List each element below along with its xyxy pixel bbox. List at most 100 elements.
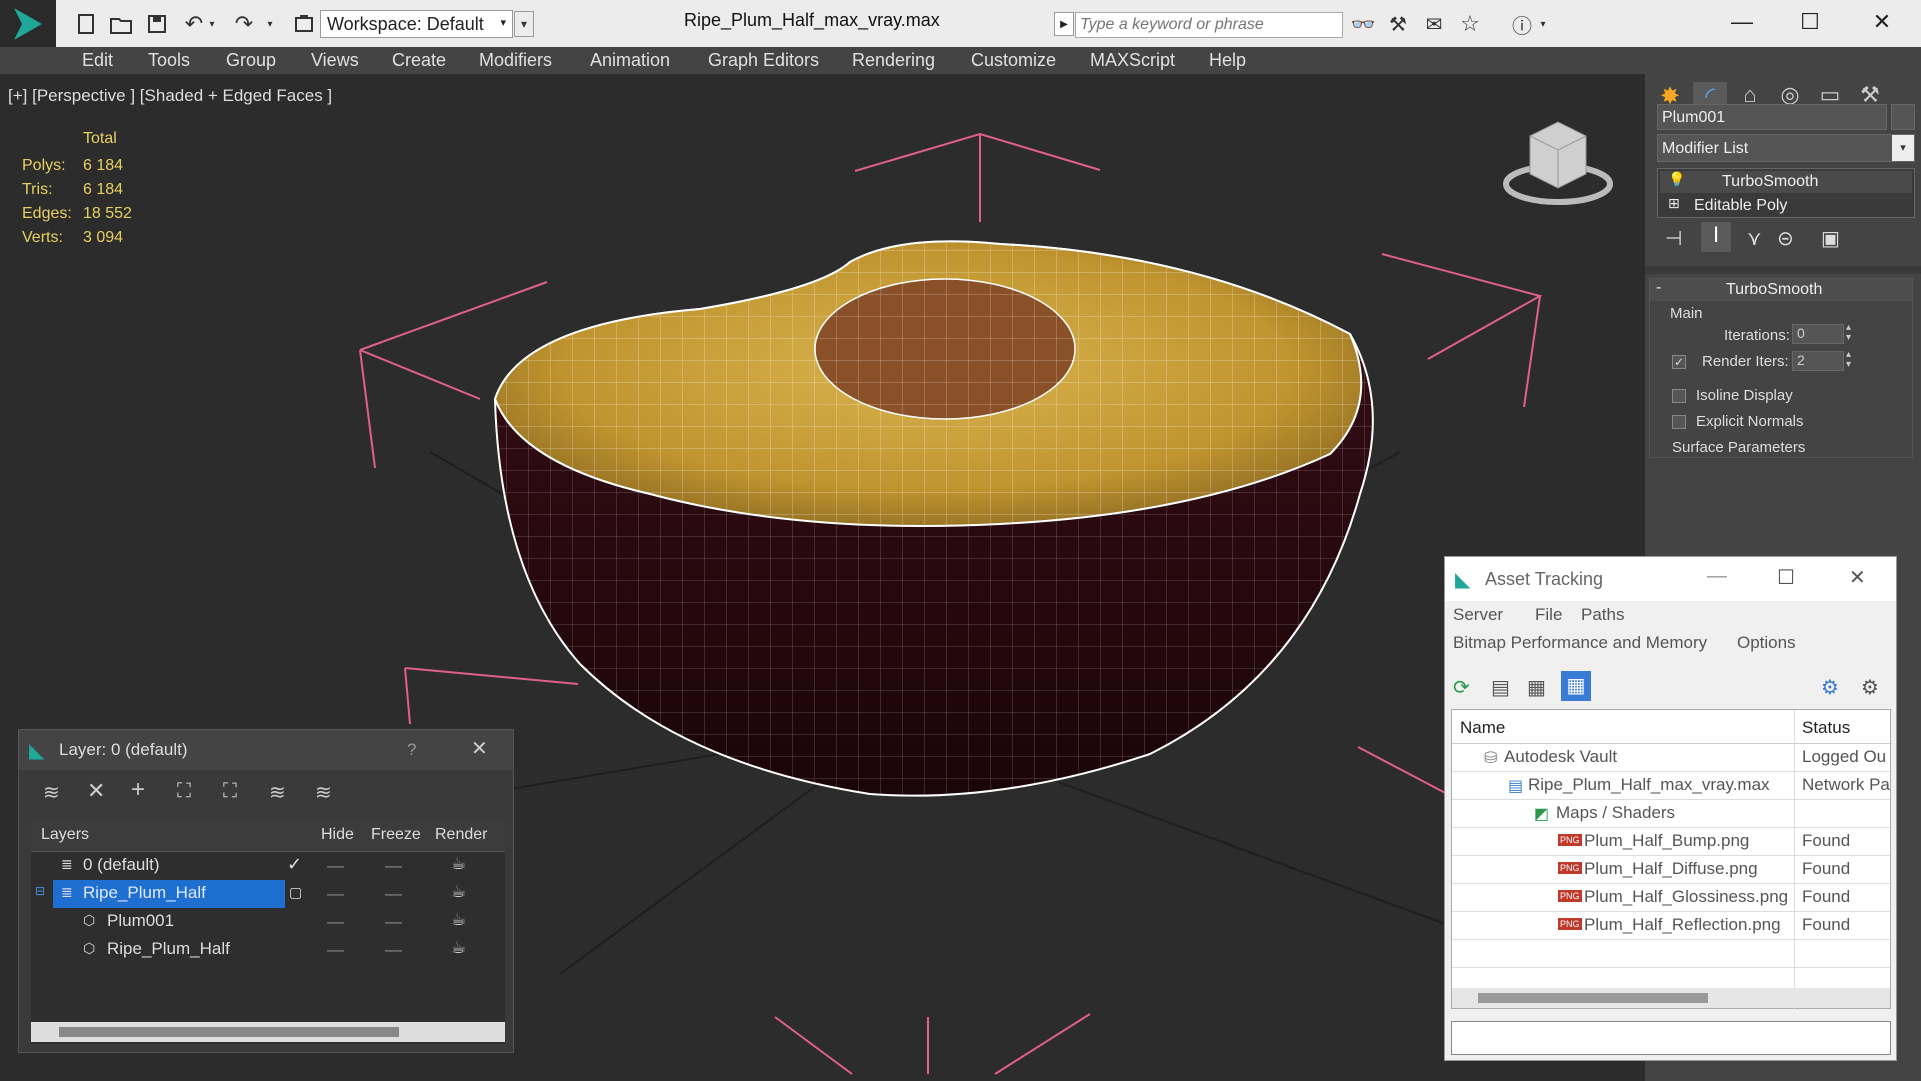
list-view-icon[interactable]: ▤ [1491,675,1510,700]
select-objects-icon[interactable]: ⛶ [177,780,191,803]
layer-panel-titlebar[interactable]: ◣ Layer: 0 (default) ? ✕ [19,730,513,770]
asset-row[interactable]: PNG Plum_Half_Diffuse.png Found [1452,856,1890,884]
asset-row[interactable]: PNG Plum_Half_Reflection.png Found [1452,912,1890,940]
help-icon[interactable]: ? [407,740,416,760]
app-logo-icon[interactable] [0,0,56,47]
asset-row[interactable]: ⛁ Autodesk Vault Logged Ou [1452,744,1890,772]
menu-paths[interactable]: Paths [1581,605,1624,625]
freeze-all-icon[interactable]: ≋ [315,780,332,805]
object-color-swatch[interactable] [1891,104,1915,130]
menu-server[interactable]: Server [1453,605,1503,625]
spinner-arrows-icon[interactable]: ▴ ▾ [1846,350,1851,370]
vault-help-icon[interactable]: ⚙ [1821,675,1839,700]
col-freeze[interactable]: Freeze [371,826,421,844]
col-hide[interactable]: Hide [321,826,354,844]
search-expand-icon[interactable]: ▶ [1054,12,1074,36]
col-status[interactable]: Status [1802,718,1850,738]
maximize-button[interactable]: ☐ [1790,6,1830,38]
menu-edit[interactable]: Edit [82,50,113,71]
render-iters-spinner[interactable]: 2 [1792,351,1844,371]
menu-create[interactable]: Create [392,50,446,71]
object-name-field[interactable]: Plum001 [1657,104,1887,130]
isoline-checkbox[interactable] [1672,389,1686,403]
help-icon[interactable]: ⚙ [1861,675,1879,700]
delete-layer-icon[interactable]: ✕ [87,778,105,804]
render-teapot-icon[interactable]: ☕ [451,910,466,930]
scrollbar-thumb[interactable] [1478,993,1708,1003]
create-layer-icon[interactable]: ≋ [43,780,60,805]
workspace-menu-icon[interactable]: ▾ [514,11,534,37]
hide-toggle[interactable]: — [327,884,344,904]
asset-table-scrollbar[interactable] [1452,988,1890,1008]
close-window-button[interactable]: ✕ [1862,6,1902,38]
table-view-icon[interactable]: ▦ [1561,671,1591,701]
asset-row[interactable]: ▤ Ripe_Plum_Half_max_vray.max Network Pa [1452,772,1890,800]
binoculars-icon[interactable]: 👓 [1349,10,1377,38]
minimize-icon[interactable]: — [1707,565,1727,588]
freeze-toggle[interactable]: — [385,856,402,876]
configure-sets-icon[interactable]: ▣ [1821,226,1840,251]
maximize-icon[interactable]: ☐ [1777,565,1795,590]
freeze-toggle[interactable]: — [385,884,402,904]
iterations-spinner[interactable]: 0 [1792,324,1844,344]
asset-row[interactable]: PNG Plum_Half_Bump.png Found [1452,828,1890,856]
render-teapot-icon[interactable]: ☕ [451,938,466,958]
minimize-button[interactable]: — [1722,6,1762,38]
close-icon[interactable]: ✕ [1849,565,1866,590]
layer-box-icon[interactable]: ▢ [289,884,302,901]
hide-all-icon[interactable]: ≋ [269,780,286,805]
undo-icon[interactable]: ↶ [180,10,208,38]
asset-path-field[interactable] [1451,1021,1891,1055]
freeze-toggle[interactable]: — [385,940,402,960]
redo-icon[interactable]: ↷ [230,10,258,38]
stack-item-turbosmooth[interactable]: 💡 TurboSmooth [1660,171,1912,193]
menu-options[interactable]: Options [1737,633,1796,653]
render-teapot-icon[interactable]: ☕ [451,882,466,902]
asset-panel-titlebar[interactable]: ◣ Asset Tracking — ☐ ✕ [1445,557,1896,601]
workspace-select[interactable]: Workspace: Default ▾ [320,10,513,38]
menu-tools[interactable]: Tools [148,50,190,71]
menu-animation[interactable]: Animation [590,50,670,71]
favorites-star-icon[interactable]: ☆ [1456,10,1484,38]
rollout-header[interactable]: - TurboSmooth [1650,279,1912,301]
col-render[interactable]: Render [435,826,487,844]
spinner-arrows-icon[interactable]: ▴ ▾ [1846,323,1851,343]
expand-plus-icon[interactable]: ⊞ [1668,195,1680,212]
menu-maxscript[interactable]: MAXScript [1090,50,1175,71]
hide-toggle[interactable]: — [327,912,344,932]
collapse-icon[interactable]: ⊟ [35,884,45,898]
new-file-icon[interactable] [72,10,100,38]
menu-group[interactable]: Group [226,50,276,71]
menu-graph-editors[interactable]: Graph Editors [708,50,819,71]
project-icon[interactable] [290,10,318,38]
menu-help[interactable]: Help [1209,50,1246,71]
menu-bitmap-performance[interactable]: Bitmap Performance and Memory [1453,633,1707,653]
asset-row[interactable]: ◩ Maps / Shaders [1452,800,1890,828]
key-tools-icon[interactable]: ⚒ [1384,10,1412,38]
scrollbar-thumb[interactable] [59,1027,399,1037]
active-layer-check-icon[interactable]: ✓ [287,854,302,875]
open-file-icon[interactable] [107,10,135,38]
add-to-layer-icon[interactable]: + [131,776,145,804]
menu-views[interactable]: Views [311,50,359,71]
render-iters-checkbox[interactable]: ✓ [1672,355,1686,369]
tree-view-icon[interactable]: ▦ [1527,675,1546,700]
layer-row[interactable]: ⊟ ≣ Ripe_Plum_Half ▢ — — ☕ [31,880,505,908]
refresh-icon[interactable]: ⟳ [1453,675,1470,700]
make-unique-icon[interactable]: ⋎ [1747,226,1762,251]
save-icon[interactable] [143,10,171,38]
highlight-layer-icon[interactable]: ⛶ [223,780,237,803]
menu-file[interactable]: File [1535,605,1562,625]
col-layers[interactable]: Layers [41,826,89,844]
redo-dropdown-icon[interactable]: ▾ [263,10,277,38]
help-dropdown-icon[interactable]: ▾ [1536,10,1550,38]
layer-row[interactable]: ≣ 0 (default) ✓ — — ☕ [31,852,505,880]
menu-modifiers[interactable]: Modifiers [479,50,552,71]
pin-stack-icon[interactable]: ⊣ [1665,226,1682,251]
communication-icon[interactable]: ✉ [1420,10,1448,38]
render-teapot-icon[interactable]: ☕ [451,854,466,874]
surface-params-label[interactable]: Surface Parameters [1672,439,1805,456]
layer-list-scrollbar[interactable] [31,1022,505,1042]
search-input[interactable] [1075,12,1343,38]
col-name[interactable]: Name [1460,718,1505,738]
